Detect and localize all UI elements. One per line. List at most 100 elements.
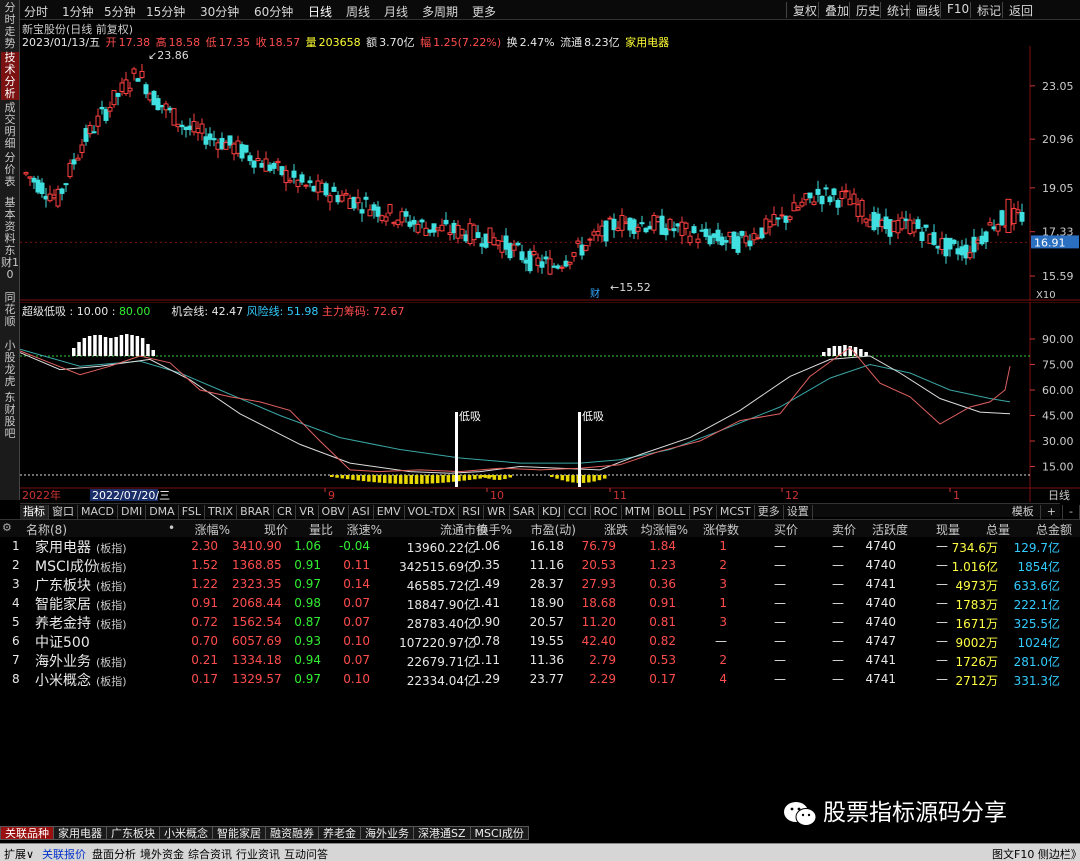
indicator-tab-17[interactable]: KDJ	[539, 505, 565, 519]
indicator-tab-13[interactable]: VOL-TDX	[405, 505, 460, 519]
indicator-tab-11[interactable]: ASI	[349, 505, 374, 519]
toolbar-5[interactable]: F10	[940, 2, 969, 18]
col-header-14[interactable]: 活跃度	[864, 521, 908, 538]
col-header-1[interactable]: •	[168, 521, 176, 535]
indicator-tab-25[interactable]: 设置	[784, 505, 813, 519]
period-5[interactable]: 60分钟	[254, 3, 293, 20]
indicator-tab-15[interactable]: WR	[484, 505, 510, 519]
indicator-tab-10[interactable]: OBV	[319, 505, 349, 519]
toolbar-0[interactable]: 复权	[786, 2, 817, 18]
col-header-15[interactable]: 现量	[920, 521, 960, 538]
indicator-tab-9[interactable]: VR	[296, 505, 319, 519]
toolbar-7[interactable]: 返回	[1002, 2, 1033, 18]
period-6[interactable]: 日线	[308, 3, 332, 20]
status-item-2[interactable]: 盘面分析	[92, 846, 136, 861]
indicator-tab-4[interactable]: DMA	[146, 505, 179, 519]
period-9[interactable]: 多周期	[422, 3, 458, 20]
left-tab-3[interactable]: 分价表	[1, 152, 19, 194]
indicator-tab-14[interactable]: RSI	[459, 505, 485, 519]
indicator-tab-7[interactable]: BRAR	[237, 505, 275, 519]
col-header-12[interactable]: 买价	[764, 521, 798, 538]
sector-tab-1[interactable]: 家用电器	[53, 826, 107, 840]
col-header-16[interactable]: 总量	[970, 521, 1010, 538]
period-1[interactable]: 1分钟	[62, 3, 94, 20]
sector-tab-6[interactable]: 养老金	[318, 826, 361, 840]
status-right[interactable]: 图文F10 侧边栏》	[992, 846, 1080, 861]
indicator-tab-24[interactable]: 更多	[755, 505, 784, 519]
indicator-tab-1[interactable]: 窗口	[49, 505, 78, 519]
indicator-tab-19[interactable]: ROC	[591, 505, 622, 519]
period-4[interactable]: 30分钟	[200, 3, 239, 20]
status-item-6[interactable]: 互动问答	[284, 846, 328, 861]
toolbar-2[interactable]: 历史	[849, 2, 880, 18]
sector-tab-8[interactable]: 深港通SZ	[413, 826, 471, 840]
col-header-10[interactable]: 均涨幅%	[636, 521, 688, 538]
template-button-0[interactable]: 模板	[1006, 505, 1041, 519]
left-tab-1[interactable]: 技术分析	[1, 52, 19, 100]
toolbar-4[interactable]: 画线	[909, 2, 940, 18]
table-row[interactable]: 6 中证500 0.70 6057.69 0.93 0.10 107220.97亿 0.78 1…	[0, 632, 1080, 651]
template-button-2[interactable]: -	[1063, 505, 1080, 519]
left-tab-2[interactable]: 成交明细	[1, 102, 19, 150]
left-tab-0[interactable]: 分时走势	[1, 2, 19, 50]
sector-tab-2[interactable]: 广东板块	[106, 826, 160, 840]
period-3[interactable]: 15分钟	[146, 3, 185, 20]
sector-tab-9[interactable]: MSCI成份	[469, 826, 529, 840]
left-tab-7[interactable]: 小股龙虎	[1, 340, 19, 390]
left-tab-4[interactable]: 基本资料	[1, 197, 19, 245]
status-item-0[interactable]: 扩展∨	[4, 846, 34, 861]
sector-tab-7[interactable]: 海外业务	[360, 826, 414, 840]
toolbar-6[interactable]: 标记	[970, 2, 1001, 18]
col-header-17[interactable]: 总金额	[1024, 521, 1072, 538]
indicator-tab-8[interactable]: CR	[274, 505, 297, 519]
status-item-5[interactable]: 行业资讯	[236, 846, 280, 861]
indicator-tab-12[interactable]: EMV	[374, 505, 405, 519]
toolbar-3[interactable]: 统计	[880, 2, 911, 18]
indicator-tab-23[interactable]: MCST	[717, 505, 755, 519]
col-header-5[interactable]: 涨速%	[342, 521, 382, 538]
indicator-chart[interactable]: 90.00 75.00 60.00 45.00 30.00 15.00 低吸 低吸 2022年 2…	[20, 302, 1080, 502]
indicator-tab-5[interactable]: FSL	[179, 505, 205, 519]
col-header-4[interactable]: 量比	[297, 521, 333, 538]
col-header-7[interactable]: 换手%	[474, 521, 512, 538]
status-item-3[interactable]: 境外资金	[140, 846, 184, 861]
period-8[interactable]: 月线	[384, 3, 408, 20]
period-7[interactable]: 周线	[346, 3, 370, 20]
table-row[interactable]: 1 家用电器 (板指) 2.30 3410.90 1.06 -0.04 13960.22亿 1.…	[0, 537, 1080, 556]
status-item-4[interactable]: 综合资讯	[188, 846, 232, 861]
period-0[interactable]: 分时	[24, 3, 48, 20]
indicator-tab-0[interactable]: 指标	[20, 505, 49, 519]
left-tab-8[interactable]: 东财股吧	[1, 392, 19, 442]
indicator-tab-16[interactable]: SAR	[510, 505, 540, 519]
table-row[interactable]: 4 智能家居 (板指) 0.91 2068.44 0.98 0.07 18847.90亿 1.4…	[0, 594, 1080, 613]
col-header-8[interactable]: 市盈(动)	[520, 521, 576, 538]
indicator-tab-22[interactable]: PSY	[690, 505, 717, 519]
col-header-9[interactable]: 涨跌	[588, 521, 628, 538]
table-row[interactable]: 3 广东板块 (板指) 1.22 2323.35 0.97 0.14 46585.72亿 1.4…	[0, 575, 1080, 594]
indicator-tab-20[interactable]: MTM	[622, 505, 655, 519]
status-item-1[interactable]: 关联报价	[42, 846, 86, 861]
col-header-0[interactable]: 名称(8)	[26, 521, 86, 538]
indicator-tab-3[interactable]: DMI	[118, 505, 147, 519]
settings-gear-icon[interactable]: ⚙	[2, 521, 12, 534]
sector-tab-4[interactable]: 智能家居	[212, 826, 266, 840]
indicator-tab-21[interactable]: BOLL	[654, 505, 690, 519]
sector-tab-3[interactable]: 小米概念	[159, 826, 213, 840]
table-row[interactable]: 2 MSCI成份 (板指) 1.52 1368.85 0.91 0.11 342515.69亿…	[0, 556, 1080, 575]
col-header-11[interactable]: 涨停数	[694, 521, 739, 538]
sector-tab-5[interactable]: 融资融券	[265, 826, 319, 840]
indicator-tab-18[interactable]: CCI	[565, 505, 591, 519]
template-button-1[interactable]: +	[1041, 505, 1064, 519]
sector-tab-0[interactable]: 关联品种	[0, 826, 54, 840]
table-row[interactable]: 8 小米概念 (板指) 0.17 1329.57 0.97 0.10 22334.04亿 1.2…	[0, 670, 1080, 689]
left-tab-5[interactable]: 东财10	[1, 245, 19, 289]
table-row[interactable]: 7 海外业务 (板指) 0.21 1334.18 0.94 0.07 22679.71亿 1.1…	[0, 651, 1080, 670]
left-tab-6[interactable]: 同花顺	[1, 292, 19, 338]
indicator-tab-6[interactable]: TRIX	[205, 505, 238, 519]
col-header-2[interactable]: 涨幅%	[190, 521, 230, 538]
period-10[interactable]: 更多	[472, 3, 496, 20]
toolbar-1[interactable]: 叠加	[818, 2, 849, 18]
candlestick-chart[interactable]: 23.0520.9619.0517.3315.5916.91X10↙23.86←…	[20, 46, 1080, 301]
table-row[interactable]: 5 养老金持 (板指) 0.72 1562.54 0.87 0.07 28783.40亿 0.9…	[0, 613, 1080, 632]
col-header-13[interactable]: 卖价	[824, 521, 856, 538]
